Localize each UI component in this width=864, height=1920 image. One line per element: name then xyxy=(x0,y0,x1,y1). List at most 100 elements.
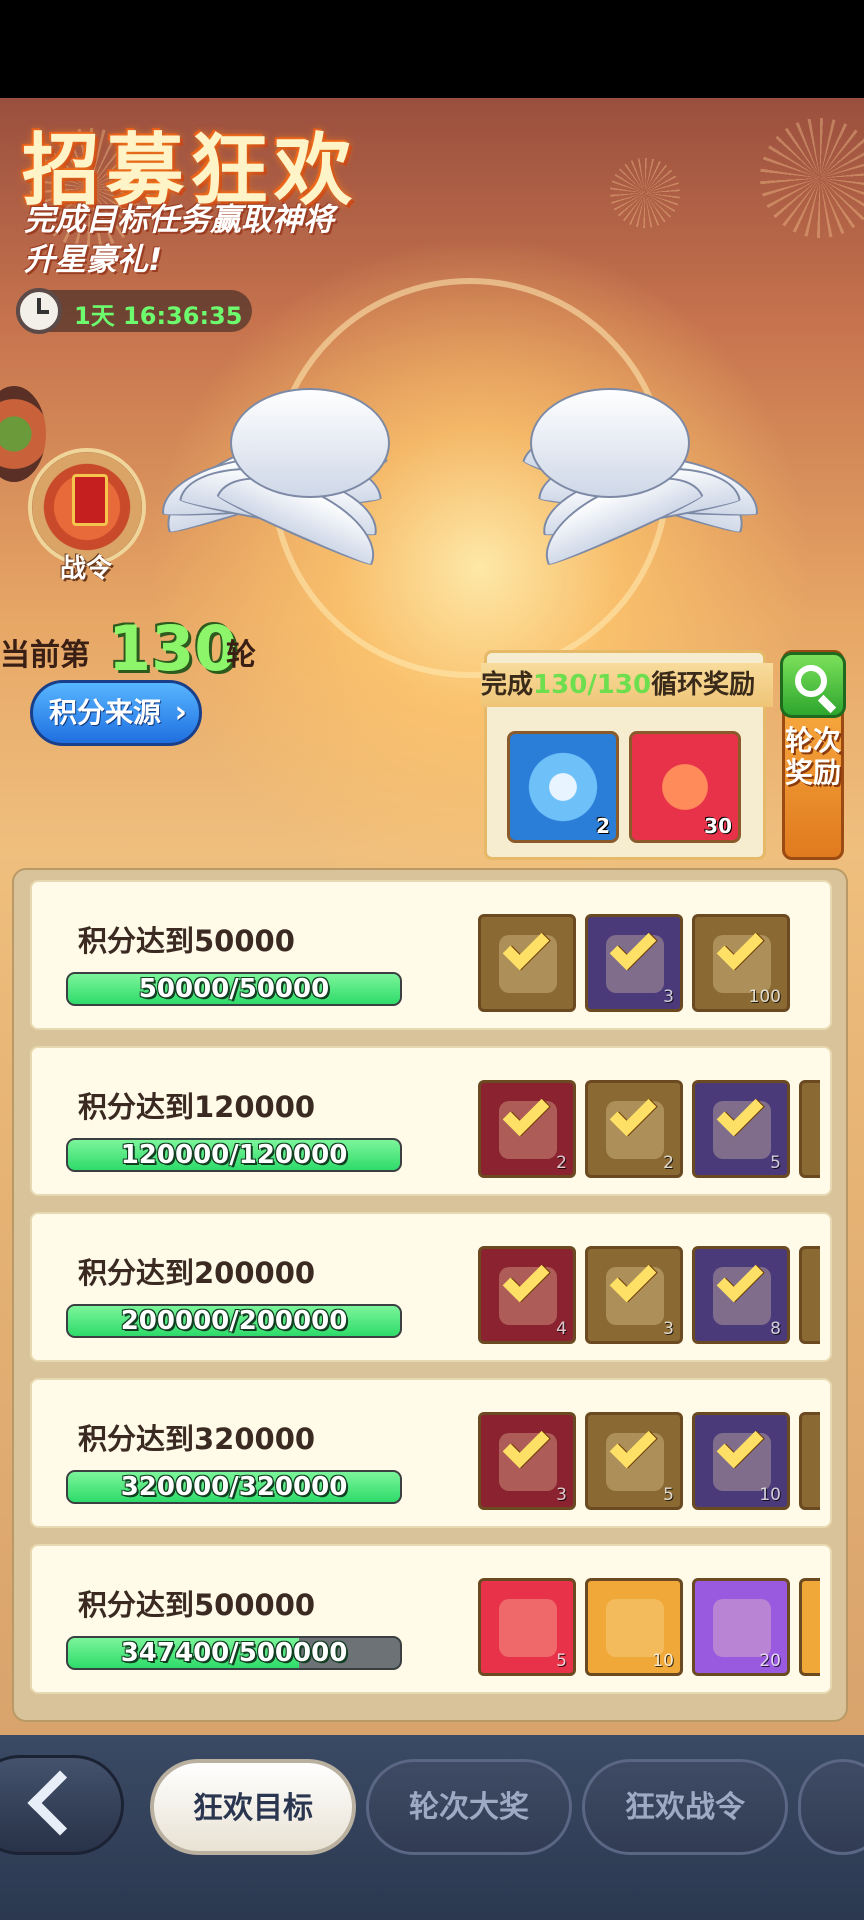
task-progress-bar: 347400/500000 xyxy=(66,1636,402,1670)
item-count: 3 xyxy=(663,987,674,1007)
blue-scroll-icon[interactable]: 3 xyxy=(585,1246,683,1344)
back-arrow-icon xyxy=(27,1770,93,1836)
task-progress-bar: 120000/120000 xyxy=(66,1138,402,1172)
gold-scroll-icon[interactable]: 10 xyxy=(692,1412,790,1510)
green-dragon-pouch-icon[interactable]: 100 xyxy=(692,914,790,1012)
item-art xyxy=(713,1599,771,1657)
item-count: 2 xyxy=(663,1153,674,1173)
countdown-text: 1天 16:36:35 xyxy=(74,302,243,330)
round-reward-label: 轮次奖励 xyxy=(785,724,842,789)
item-count: 4 xyxy=(556,1319,567,1339)
task-progress-bar: 200000/200000 xyxy=(66,1304,402,1338)
tab-more[interactable] xyxy=(798,1759,864,1855)
search-icon xyxy=(795,665,827,697)
blue-scroll-icon[interactable]: 5 xyxy=(585,1412,683,1510)
extra-reward-icon[interactable] xyxy=(799,1412,820,1510)
reward-items: 3 5 10 xyxy=(478,1412,820,1514)
task-list[interactable]: 积分达到50000 50000/50000 3 100 积分达到120000 120000… xyxy=(12,868,848,1722)
item-count: 3 xyxy=(556,1485,567,1505)
item-count: 20 xyxy=(759,1651,781,1671)
tab-label: 狂欢目标 xyxy=(193,1791,313,1826)
progress-text: 120000/120000 xyxy=(120,1140,348,1170)
red-puzzle-icon[interactable]: 3 xyxy=(478,1412,576,1510)
clock-icon xyxy=(16,288,62,334)
task-title: 积分达到50000 xyxy=(78,924,295,958)
item-count: 5 xyxy=(663,1485,674,1505)
item-count: 5 xyxy=(770,1153,781,1173)
item-count: 30 xyxy=(704,814,732,838)
round-suffix: 轮 xyxy=(226,638,256,673)
reward-items: 3 100 xyxy=(478,914,820,1016)
task-card: 积分达到50000 50000/50000 3 100 xyxy=(30,880,832,1030)
bottom-nav: 狂欢目标 轮次大奖 狂欢战令 xyxy=(0,1735,864,1920)
recruit-seal-icon xyxy=(72,474,108,526)
back-button[interactable] xyxy=(0,1755,124,1855)
blue-scroll-icon[interactable] xyxy=(478,914,576,1012)
firework-decoration xyxy=(760,118,864,238)
task-progress-bar: 320000/320000 xyxy=(66,1470,402,1504)
item-count: 5 xyxy=(556,1651,567,1671)
search-icon-handle xyxy=(817,694,837,714)
item-count: 8 xyxy=(770,1319,781,1339)
battle-pass-label: 战令 xyxy=(60,554,113,584)
red-puzzle-icon[interactable]: 30 xyxy=(629,731,741,843)
cycle-reward-header: 完成130/130循环奖励 xyxy=(481,663,773,707)
task-progress-bar: 50000/50000 xyxy=(66,972,402,1006)
moon-scroll-icon[interactable]: 20 xyxy=(692,1578,790,1676)
tab-carnival-goals[interactable]: 狂欢目标 xyxy=(150,1759,356,1855)
cycle-prefix: 完成 xyxy=(481,670,534,700)
round-prefix: 当前第 xyxy=(0,638,90,673)
progress-text: 200000/200000 xyxy=(120,1306,348,1336)
search-button[interactable] xyxy=(780,652,846,718)
cycle-suffix: 循环奖励 xyxy=(651,670,756,700)
points-source-button[interactable]: 积分来源 › xyxy=(30,680,202,746)
tab-label: 狂欢战令 xyxy=(625,1790,745,1825)
reward-items: 5 10 20 xyxy=(478,1578,820,1680)
task-card: 积分达到500000 347400/500000 5 10 20 xyxy=(30,1544,832,1694)
cycle-progress: 130/130 xyxy=(533,670,652,700)
tab-label: 轮次大奖 xyxy=(409,1790,529,1825)
round-number: 130 xyxy=(108,612,238,685)
gold-scroll-icon[interactable]: 5 xyxy=(692,1080,790,1178)
blue-orb-scroll-icon[interactable]: 10 xyxy=(585,1578,683,1676)
red-puzzle-icon[interactable]: 2 xyxy=(478,1080,576,1178)
task-title: 积分达到120000 xyxy=(78,1090,316,1124)
task-card: 积分达到200000 200000/200000 4 3 8 xyxy=(30,1212,832,1362)
countdown-timer: 1天 16:36:35 xyxy=(16,288,252,334)
progress-text: 50000/50000 xyxy=(138,974,330,1004)
extra-reward-icon[interactable] xyxy=(799,1246,820,1344)
extra-reward-icon[interactable] xyxy=(799,1578,820,1676)
gold-scroll-icon[interactable]: 8 xyxy=(692,1246,790,1344)
status-bar xyxy=(0,0,864,98)
item-count: 10 xyxy=(652,1651,674,1671)
gem-frame-icon[interactable]: 2 xyxy=(507,731,619,843)
extra-reward-icon[interactable] xyxy=(799,1080,820,1178)
item-count: 100 xyxy=(748,987,781,1007)
task-title: 积分达到500000 xyxy=(78,1588,316,1622)
task-card: 积分达到120000 120000/120000 2 2 5 xyxy=(30,1046,832,1196)
tab-round-grand-prize[interactable]: 轮次大奖 xyxy=(366,1759,572,1855)
blue-scroll-icon[interactable]: 2 xyxy=(585,1080,683,1178)
chevron-right-icon: › xyxy=(174,695,187,730)
tab-carnival-pass[interactable]: 狂欢战令 xyxy=(582,1759,788,1855)
progress-text: 320000/320000 xyxy=(120,1472,348,1502)
item-art xyxy=(606,1599,664,1657)
gold-scroll-icon[interactable]: 3 xyxy=(585,914,683,1012)
item-art xyxy=(499,1599,557,1657)
item-count: 2 xyxy=(556,1153,567,1173)
red-puzzle-icon[interactable]: 5 xyxy=(478,1578,576,1676)
points-source-label: 积分来源 xyxy=(49,696,162,729)
red-puzzle-icon[interactable]: 4 xyxy=(478,1246,576,1344)
item-count: 2 xyxy=(596,814,610,838)
firework-decoration xyxy=(610,158,680,228)
task-title: 积分达到200000 xyxy=(78,1256,316,1290)
task-card: 积分达到320000 320000/320000 3 5 10 xyxy=(30,1378,832,1528)
item-count: 10 xyxy=(759,1485,781,1505)
item-count: 3 xyxy=(663,1319,674,1339)
reward-items: 2 2 5 xyxy=(478,1080,820,1182)
angel-wings-image xyxy=(130,328,790,658)
reward-items: 4 3 8 xyxy=(478,1246,820,1348)
task-title: 积分达到320000 xyxy=(78,1422,316,1456)
event-subtitle: 完成目标任务赢取神将升星豪礼! xyxy=(24,202,334,278)
progress-text: 347400/500000 xyxy=(120,1638,348,1668)
